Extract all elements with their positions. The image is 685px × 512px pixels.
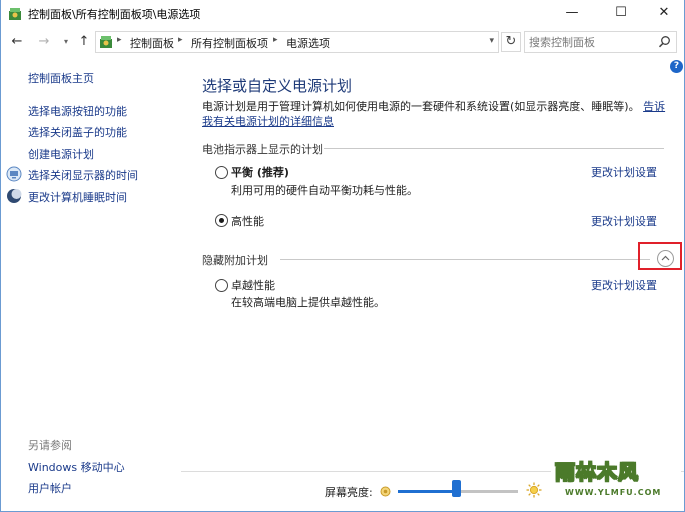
close-button[interactable]: ✕ (641, 0, 684, 28)
watermark-logo: 雨林木风 WWW.YLMFU.COM (551, 448, 681, 506)
page-title: 选择或自定义电源计划 (202, 77, 353, 95)
see-also-user-accounts[interactable]: 用户帐户 (28, 480, 72, 496)
section-divider (324, 148, 664, 149)
radio-ultimate-performance[interactable] (215, 279, 228, 292)
plan-desc-balanced: 利用可用的硬件自动平衡功耗与性能。 (231, 184, 418, 197)
sidebar-home-link[interactable]: 控制面板主页 (28, 70, 94, 86)
sidebar: 控制面板主页 选择电源按钮的功能 选择关闭盖子的功能 创建电源计划 选择关闭显示… (1, 56, 179, 511)
window-title: 控制面板\所有控制面板项\电源选项 (28, 8, 201, 21)
breadcrumb-all-items[interactable]: 所有控制面板项 (191, 35, 268, 51)
monitor-icon (6, 166, 22, 182)
breadcrumb-separator-icon: ▸ (117, 35, 122, 45)
dim-sun-icon (380, 486, 391, 497)
plan-desc-ultimate-performance: 在较高端电脑上提供卓越性能。 (231, 296, 385, 309)
breadcrumb-separator-icon[interactable]: ▸ (273, 35, 278, 45)
highlight-annotation-box (638, 242, 682, 270)
section-divider (280, 259, 650, 260)
breadcrumb-separator-icon[interactable]: ▸ (178, 35, 183, 45)
refresh-icon[interactable]: ↻ (501, 32, 521, 52)
page-description: 电源计划是用于管理计算机如何使用电源的一套硬件和系统设置(如显示器亮度、睡眠等)… (202, 99, 674, 129)
plan-name-balanced[interactable]: 平衡 (推荐) (231, 164, 289, 180)
maximize-button[interactable]: ☐ (598, 0, 644, 28)
sidebar-item-power-button[interactable]: 选择电源按钮的功能 (28, 103, 127, 119)
search-input[interactable] (529, 34, 649, 50)
change-plan-settings-high-performance[interactable]: 更改计划设置 (591, 213, 657, 229)
recent-locations-chevron-icon[interactable]: ▾ (57, 33, 75, 51)
search-box[interactable] (524, 31, 677, 53)
breadcrumb-control-panel[interactable]: 控制面板 (130, 35, 174, 51)
title-bar: 控制面板\所有控制面板项\电源选项 — ☐ ✕ (1, 0, 684, 28)
hidden-plans-label[interactable]: 隐藏附加计划 (202, 252, 268, 268)
see-also-heading: 另请参阅 (28, 439, 72, 452)
control-panel-window: 控制面板\所有控制面板项\电源选项 — ☐ ✕ ← → ▾ ↑ ▸ 控制面板 ▸… (0, 0, 685, 512)
address-dropdown-chevron-icon[interactable]: ▾ (489, 36, 494, 46)
radio-high-performance[interactable] (215, 214, 228, 227)
forward-arrow-icon[interactable]: → (35, 33, 53, 51)
sidebar-item-lid-close[interactable]: 选择关闭盖子的功能 (28, 124, 127, 140)
description-text: 电源计划是用于管理计算机如何使用电源的一套硬件和系统设置(如显示器亮度、睡眠等)… (202, 100, 640, 113)
change-plan-settings-balanced[interactable]: 更改计划设置 (591, 164, 657, 180)
minimize-button[interactable]: — (549, 0, 595, 28)
address-bar-row: ← → ▾ ↑ ▸ 控制面板 ▸ 所有控制面板项 ▸ 电源选项 ▾ ↻ (1, 28, 684, 56)
control-panel-icon (9, 8, 21, 20)
brightness-label: 屏幕亮度: (325, 486, 373, 499)
plan-name-high-performance[interactable]: 高性能 (231, 213, 264, 229)
bright-sun-icon (526, 482, 542, 498)
sidebar-item-display-off[interactable]: 选择关闭显示器的时间 (28, 167, 138, 183)
main-content: 选择或自定义电源计划 电源计划是用于管理计算机如何使用电源的一套硬件和系统设置(… (181, 56, 684, 511)
moon-icon (7, 189, 22, 203)
control-panel-icon (100, 36, 112, 48)
brightness-slider-fill (398, 490, 456, 493)
search-icon[interactable] (658, 35, 671, 48)
see-also-mobility-center[interactable]: Windows 移动中心 (28, 459, 125, 475)
up-arrow-icon[interactable]: ↑ (75, 33, 93, 51)
sidebar-item-create-plan[interactable]: 创建电源计划 (28, 146, 94, 162)
breadcrumb-power-options[interactable]: 电源选项 (286, 35, 330, 51)
watermark-text: 雨林木风 (555, 460, 639, 485)
radio-balanced[interactable] (215, 166, 228, 179)
change-plan-settings-ultimate[interactable]: 更改计划设置 (591, 277, 657, 293)
sidebar-item-sleep-time[interactable]: 更改计算机睡眠时间 (28, 189, 127, 205)
back-arrow-icon[interactable]: ← (8, 33, 26, 51)
watermark-url: WWW.YLMFU.COM (565, 488, 662, 497)
address-box[interactable]: ▸ 控制面板 ▸ 所有控制面板项 ▸ 电源选项 ▾ (95, 31, 499, 53)
brightness-slider-thumb[interactable] (451, 480, 461, 497)
plan-name-ultimate-performance[interactable]: 卓越性能 (231, 277, 275, 293)
battery-section-label: 电池指示器上显示的计划 (202, 143, 323, 156)
